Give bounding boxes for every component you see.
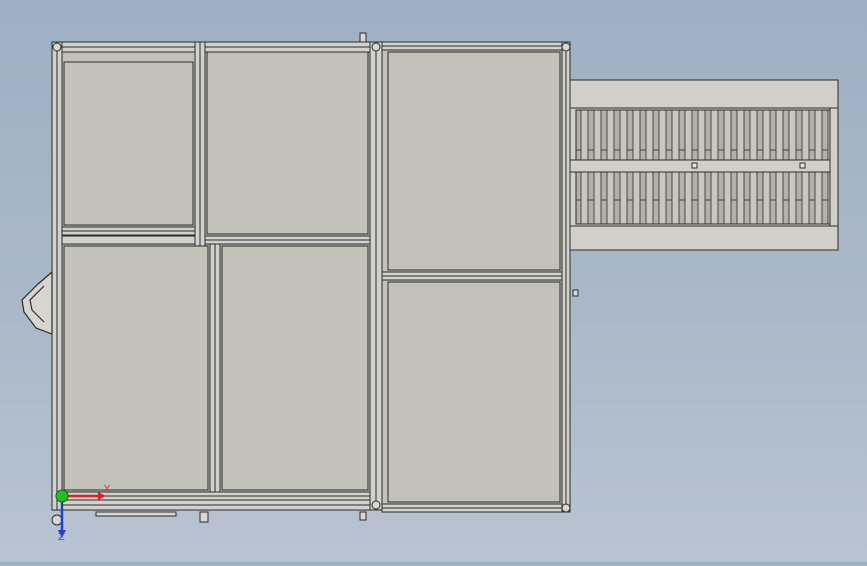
- side-handle: [21, 270, 53, 335]
- right-frame: [381, 41, 571, 513]
- triad-z-label: Z: [58, 532, 65, 543]
- triad-x-label: Y: [104, 484, 111, 495]
- coordinate-triad: Y Z: [48, 484, 118, 546]
- cad-viewport[interactable]: Y Z: [0, 0, 867, 562]
- assembly-drawing[interactable]: [0, 0, 867, 562]
- roller-conveyor: [569, 79, 839, 251]
